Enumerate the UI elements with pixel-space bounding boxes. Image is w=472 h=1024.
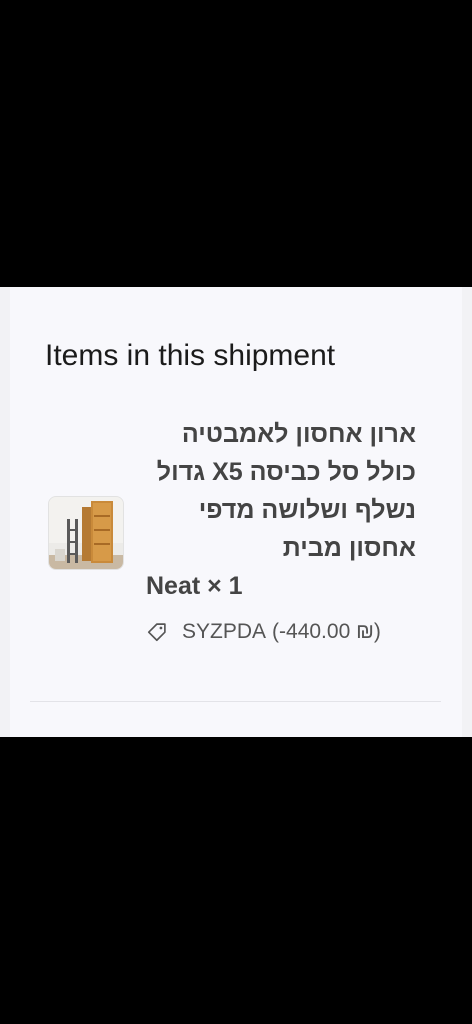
shipment-sheet: Items in this shipment ארון אחסון לאמבטי… xyxy=(0,287,472,737)
discount-row: SYZPDA (-440.00 ₪) xyxy=(146,620,381,644)
product-thumbnail[interactable] xyxy=(48,496,124,570)
top-black-area xyxy=(0,0,472,287)
shipment-card: Items in this shipment ארון אחסון לאמבטי… xyxy=(10,287,462,737)
item-details: ארון אחסון לאמבטיה כולל סל כביסה X5 גדול… xyxy=(146,415,416,605)
section-title: Items in this shipment xyxy=(45,339,336,372)
divider xyxy=(30,701,441,702)
bottom-black-area xyxy=(0,737,472,1024)
discount-code: SYZPDA xyxy=(182,620,267,643)
product-thumbnail-image xyxy=(49,497,123,569)
item-name-tail: Neat × 1 xyxy=(146,572,243,600)
item-name: ארון אחסון לאמבטיה כולל סל כביסה X5 גדול… xyxy=(156,420,416,562)
discount-amount: (-440.00 ₪) xyxy=(272,620,381,643)
tag-icon xyxy=(147,623,166,642)
